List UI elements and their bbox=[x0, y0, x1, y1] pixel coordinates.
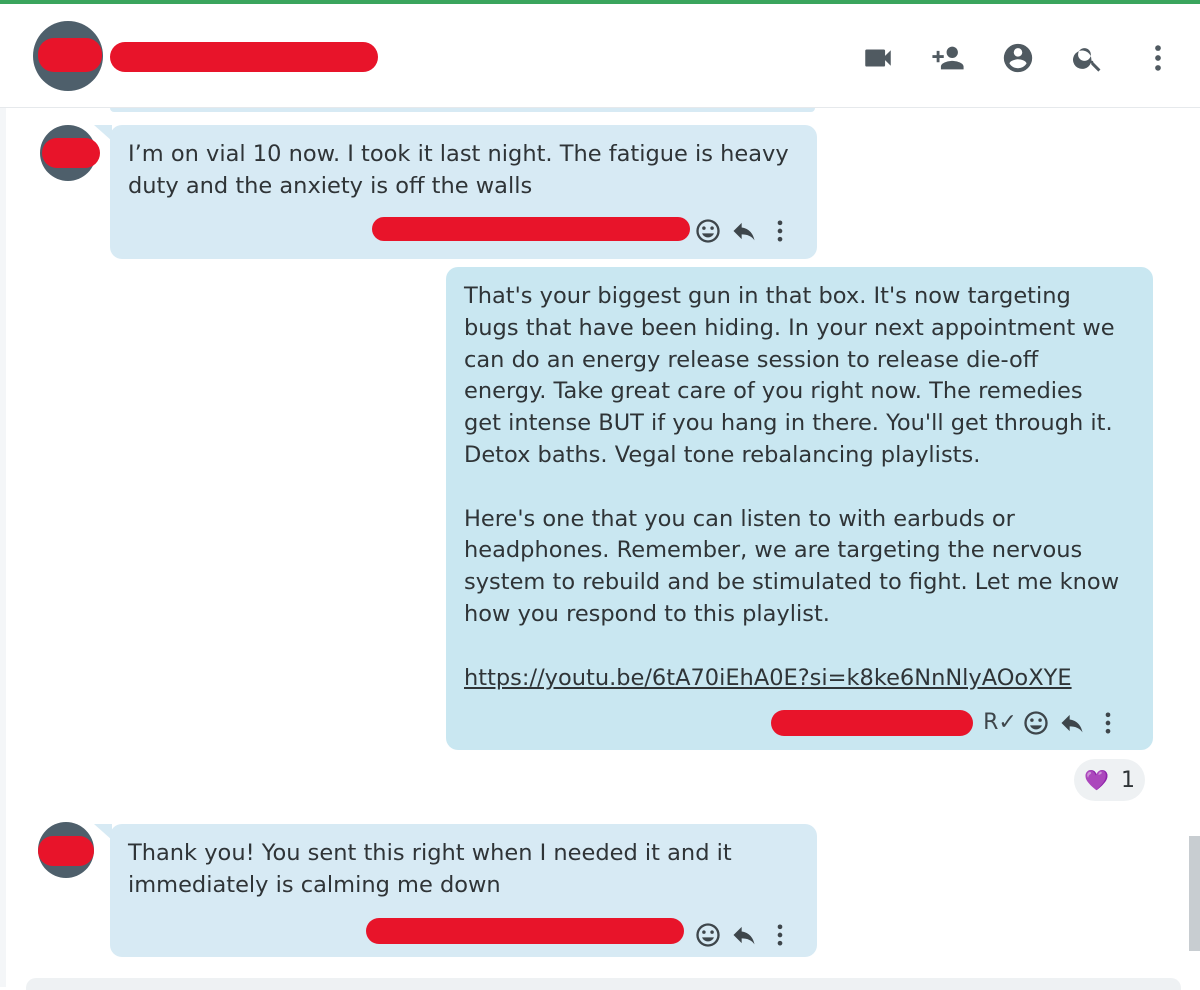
account-icon[interactable] bbox=[994, 34, 1042, 82]
chat-header bbox=[0, 4, 1200, 108]
header-actions bbox=[832, 34, 1182, 82]
reply-icon[interactable] bbox=[726, 213, 762, 249]
add-person-icon[interactable] bbox=[924, 34, 972, 82]
reply-icon[interactable] bbox=[1054, 705, 1090, 741]
more-vert-icon[interactable] bbox=[1090, 705, 1126, 741]
avatar-redaction bbox=[38, 836, 94, 866]
avatar-redaction bbox=[38, 38, 102, 72]
reply-icon[interactable] bbox=[726, 917, 762, 953]
message-actions bbox=[690, 213, 798, 249]
timestamp-redaction bbox=[771, 710, 973, 736]
avatar-redaction bbox=[42, 138, 100, 168]
more-vert-icon[interactable] bbox=[762, 917, 798, 953]
message-text: Thank you! You sent this right when I ne… bbox=[128, 840, 732, 898]
reaction-count: 1 bbox=[1120, 767, 1135, 793]
emoji-icon[interactable] bbox=[690, 213, 726, 249]
more-vert-icon[interactable] bbox=[762, 213, 798, 249]
message-actions: R✓ bbox=[982, 705, 1126, 741]
message-text: That's your biggest gun in that box. It'… bbox=[464, 283, 1120, 627]
read-receipt: R✓ bbox=[983, 710, 1017, 736]
message-text: I’m on vial 10 now. I took it last night… bbox=[128, 141, 789, 199]
search-icon[interactable] bbox=[1064, 34, 1112, 82]
received-message-2[interactable]: Thank you! You sent this right when I ne… bbox=[110, 824, 817, 957]
sent-message[interactable]: That's your biggest gun in that box. It'… bbox=[446, 267, 1153, 750]
composer-edge bbox=[26, 978, 1181, 990]
contact-name-redaction bbox=[110, 42, 378, 72]
message-actions bbox=[690, 917, 798, 953]
received-message-1[interactable]: I’m on vial 10 now. I took it last night… bbox=[110, 125, 817, 259]
scrollbar[interactable] bbox=[1189, 836, 1200, 951]
emoji-icon[interactable] bbox=[690, 917, 726, 953]
message-list[interactable]: I’m on vial 10 now. I took it last night… bbox=[0, 108, 1200, 990]
more-vert-icon[interactable] bbox=[1134, 34, 1182, 82]
purple-heart-icon: 💜 bbox=[1084, 768, 1109, 792]
timestamp-redaction bbox=[372, 217, 690, 241]
previous-message-edge bbox=[110, 108, 815, 112]
emoji-icon[interactable] bbox=[1018, 705, 1054, 741]
timestamp-redaction bbox=[366, 918, 684, 944]
video-call-icon[interactable] bbox=[854, 34, 902, 82]
reaction-chip[interactable]: 💜 1 bbox=[1074, 759, 1145, 801]
youtube-link[interactable]: https://youtu.be/6tA70iEhA0E?si=k8ke6NnN… bbox=[464, 663, 1072, 695]
